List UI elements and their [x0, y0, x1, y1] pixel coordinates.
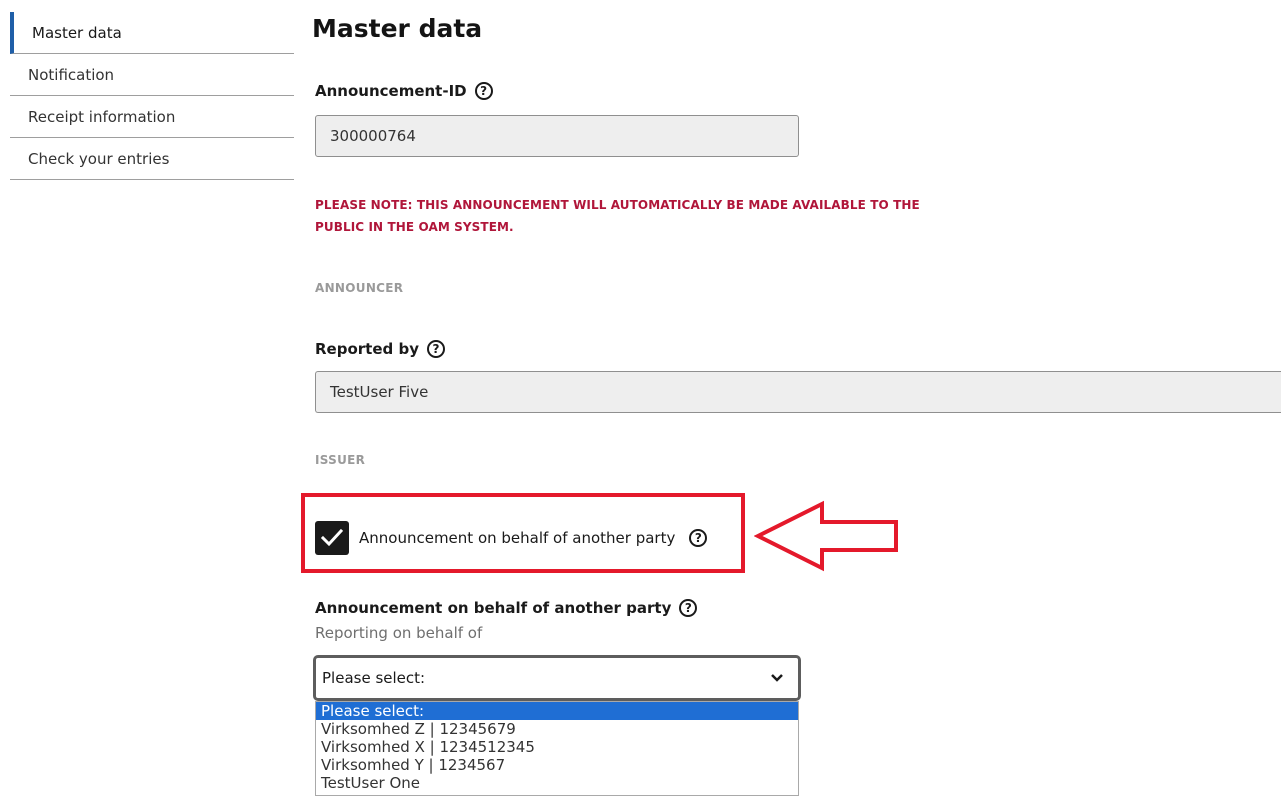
announcement-id-label: Announcement-ID: [315, 82, 467, 100]
notice-line-1: PLEASE NOTE: THIS ANNOUNCEMENT WILL AUTO…: [315, 198, 920, 212]
notice-line-2: PUBLIC IN THE OAM SYSTEM.: [315, 220, 514, 234]
on-behalf-field-label-row: Announcement on behalf of another party …: [315, 599, 698, 617]
dropdown-option[interactable]: Virksomhed Z | 12345679: [316, 720, 798, 738]
reported-by-field[interactable]: TestUser Five: [315, 371, 1281, 413]
announcement-id-field[interactable]: 300000764: [315, 115, 799, 157]
select-current-value: Please select:: [322, 669, 426, 687]
announcement-id-label-row: Announcement-ID ?: [315, 82, 493, 100]
dropdown-option[interactable]: Please select:: [316, 702, 798, 720]
help-icon[interactable]: ?: [426, 340, 445, 358]
sidebar-item-master-data[interactable]: Master data: [10, 12, 294, 54]
reported-by-label-row: Reported by ?: [315, 340, 445, 358]
announcer-heading: ANNOUNCER: [315, 281, 404, 295]
reporting-on-behalf-hint: Reporting on behalf of: [315, 624, 483, 642]
reporting-on-behalf-options: Please select: Virksomhed Z | 12345679 V…: [315, 701, 799, 796]
dropdown-option[interactable]: Virksomhed X | 1234512345: [316, 738, 798, 756]
reporting-on-behalf-select[interactable]: Please select:: [313, 655, 801, 701]
reported-by-label: Reported by: [315, 340, 419, 358]
on-behalf-checkbox-row: Announcement on behalf of another party …: [315, 521, 708, 555]
sidebar-item-check-your-entries[interactable]: Check your entries: [10, 138, 294, 180]
page-title: Master data: [312, 14, 483, 43]
on-behalf-checkbox-label: Announcement on behalf of another party: [359, 529, 676, 547]
checkmark-icon: [321, 529, 343, 547]
sidebar-nav: Master data Notification Receipt informa…: [10, 12, 294, 180]
on-behalf-checkbox[interactable]: [315, 521, 349, 555]
dropdown-option[interactable]: Virksomhed Y | 1234567: [316, 756, 798, 774]
issuer-heading: ISSUER: [315, 453, 366, 467]
sidebar-item-notification[interactable]: Notification: [10, 54, 294, 96]
chevron-down-icon: [771, 674, 783, 682]
help-icon[interactable]: ?: [474, 82, 493, 100]
dropdown-option[interactable]: TestUser One: [316, 774, 798, 792]
arrow-left-icon: [754, 500, 898, 572]
help-icon[interactable]: ?: [689, 529, 708, 547]
sidebar-item-receipt-information[interactable]: Receipt information: [10, 96, 294, 138]
public-availability-notice: PLEASE NOTE: THIS ANNOUNCEMENT WILL AUTO…: [315, 194, 975, 238]
on-behalf-field-label: Announcement on behalf of another party: [315, 599, 672, 617]
help-icon[interactable]: ?: [679, 599, 698, 617]
